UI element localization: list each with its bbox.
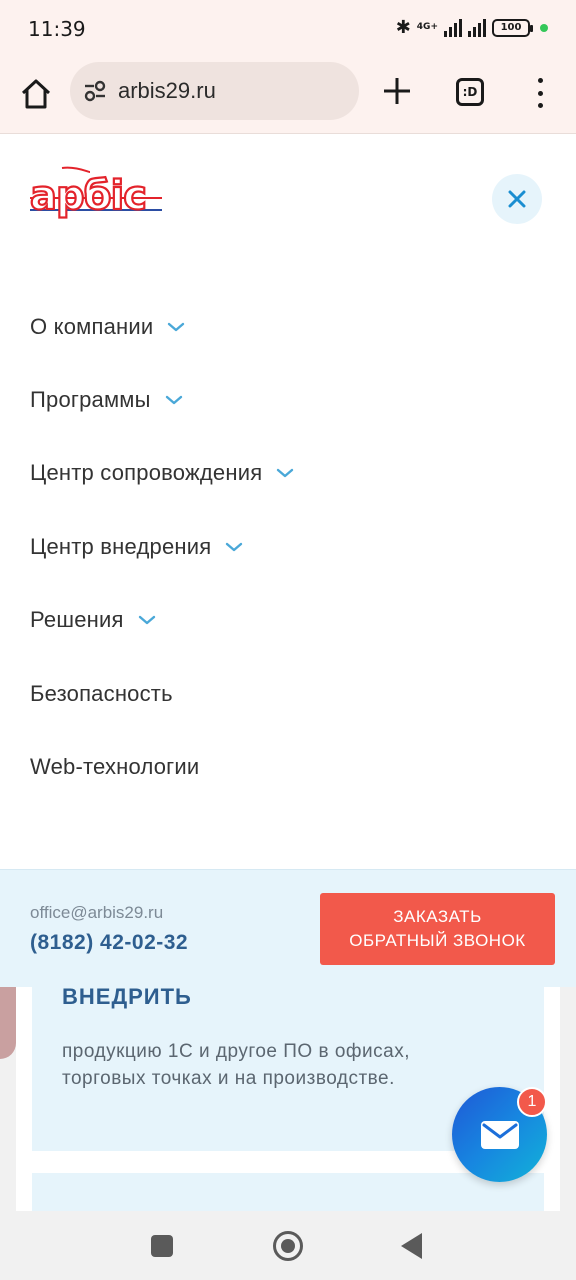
- nav-item-label: Безопасность: [30, 680, 173, 706]
- chevron-down-icon[interactable]: [225, 541, 243, 553]
- browser-menu-icon[interactable]: [528, 76, 552, 110]
- system-navigation-bar: [0, 1211, 576, 1280]
- nav-item-support-center[interactable]: Центр сопровождения: [30, 437, 294, 510]
- chevron-down-icon[interactable]: [165, 394, 183, 406]
- chevron-down-icon[interactable]: [276, 467, 294, 479]
- chat-notification-badge: 1: [517, 1087, 547, 1117]
- battery-level: 100: [500, 22, 522, 33]
- nav-item-about[interactable]: О компании: [30, 290, 294, 363]
- nav-item-label: Web-технологии: [30, 754, 200, 780]
- logo-text: арбіс: [30, 173, 146, 219]
- callback-label-line1: ЗАКАЗАТЬ: [393, 907, 482, 926]
- order-callback-button[interactable]: ЗАКАЗАТЬ ОБРАТНЫЙ ЗВОНОК: [320, 893, 555, 965]
- chevron-down-icon[interactable]: [138, 614, 156, 626]
- url-text: arbis29.ru: [118, 78, 216, 103]
- tab-switcher-button[interactable]: :D: [456, 78, 484, 106]
- nav-item-label: Центр сопровождения: [30, 460, 263, 486]
- arbis-logo[interactable]: арбіс: [28, 164, 164, 222]
- recent-apps-icon[interactable]: [151, 1235, 173, 1257]
- nav-item-label: Центр внедрения: [30, 533, 212, 559]
- main-navigation: О компании Программы Центр сопровождения…: [30, 290, 294, 804]
- nav-item-implementation-center[interactable]: Центр внедрения: [30, 510, 294, 583]
- nav-item-label: О компании: [30, 313, 154, 339]
- mail-icon: [480, 1120, 519, 1149]
- service-card-text: продукцию 1С и другое ПО в офисах, торго…: [62, 1041, 410, 1089]
- network-type-label: 4G+: [416, 22, 438, 32]
- nav-item-label: Решения: [30, 607, 124, 633]
- nav-item-programs[interactable]: Программы: [30, 363, 294, 436]
- contact-phone-link[interactable]: (8182) 42-02-32: [30, 931, 188, 955]
- nav-item-web-technologies[interactable]: Web-технологии: [30, 730, 294, 803]
- home-icon[interactable]: [18, 76, 54, 112]
- battery-icon: 100: [492, 18, 533, 37]
- close-menu-button[interactable]: [492, 174, 542, 224]
- address-bar[interactable]: arbis29.ru: [70, 62, 359, 120]
- status-bar: 11:39 ✱ 4G+ 100: [0, 0, 576, 58]
- contact-bar: office@arbis29.ru (8182) 42-02-32 ЗАКАЗА…: [0, 869, 576, 987]
- bluetooth-icon: ✱: [395, 17, 411, 38]
- new-tab-icon[interactable]: [380, 74, 414, 108]
- site-settings-icon[interactable]: [82, 78, 108, 104]
- nav-item-label: Программы: [30, 387, 151, 413]
- background-photo: [0, 987, 16, 1059]
- back-triangle-icon[interactable]: [401, 1233, 422, 1259]
- browser-toolbar: arbis29.ru :D: [0, 58, 576, 134]
- service-card-title: ВНЕДРИТЬ: [62, 984, 192, 1009]
- service-card-next: [32, 1173, 544, 1211]
- nav-item-solutions[interactable]: Решения: [30, 584, 294, 657]
- nav-item-security[interactable]: Безопасность: [30, 657, 294, 730]
- privacy-indicator-dot: [540, 23, 548, 32]
- status-icons: ✱ 4G+ 100: [396, 17, 548, 38]
- home-circle-icon[interactable]: [273, 1231, 303, 1261]
- close-icon: [508, 190, 526, 208]
- contact-email-link[interactable]: office@arbis29.ru: [30, 903, 163, 923]
- signal-strength-icon-2: [468, 18, 486, 37]
- signal-strength-icon: [444, 18, 462, 37]
- callback-label-line2: ОБРАТНЫЙ ЗВОНОК: [349, 931, 526, 950]
- chevron-down-icon[interactable]: [167, 321, 185, 333]
- status-time: 11:39: [28, 17, 86, 41]
